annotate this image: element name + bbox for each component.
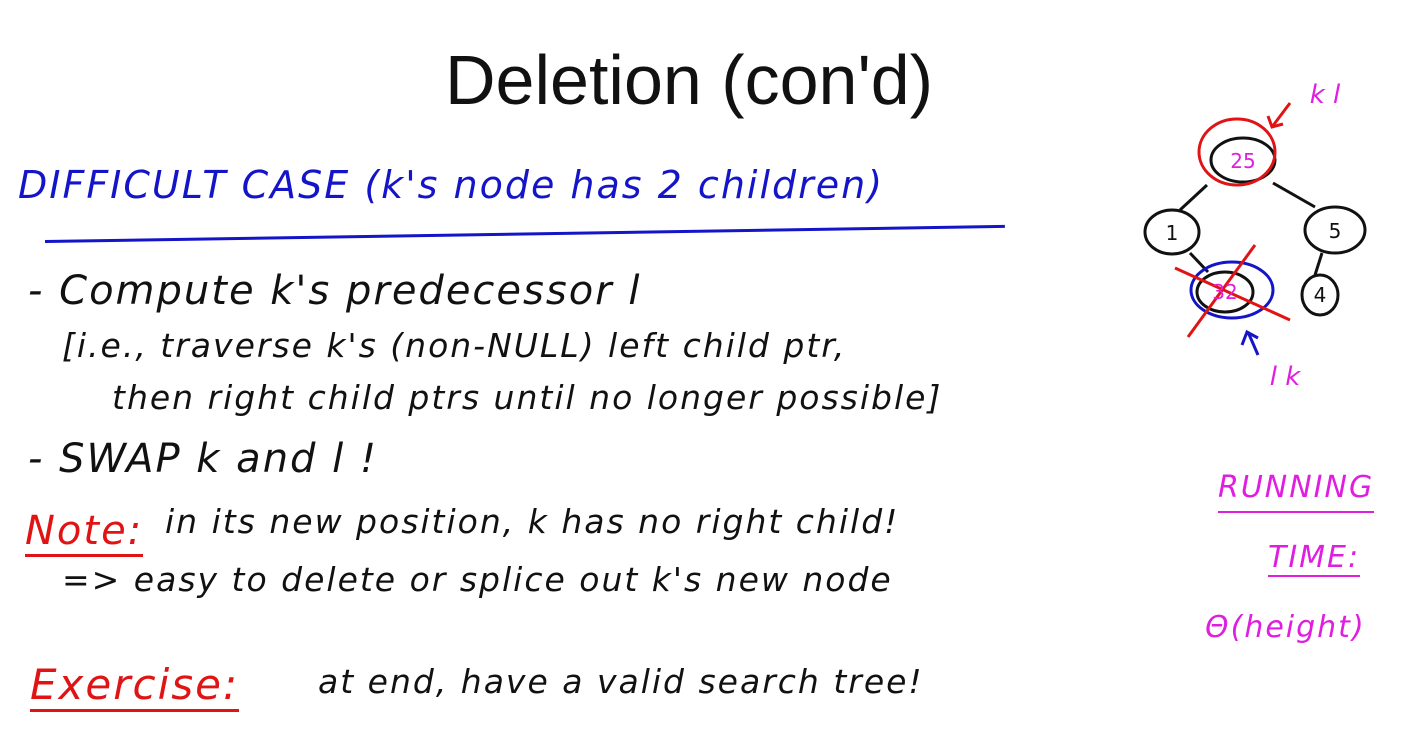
left-right-value: 32 <box>1212 280 1237 304</box>
edge-right-child <box>1313 252 1324 276</box>
right-left-value: 4 <box>1314 283 1327 307</box>
bst-diagram: 25 1 5 32 4 k l l k <box>1143 80 1367 392</box>
right-value: 5 <box>1329 219 1342 243</box>
top-pointer-label: k l <box>1310 80 1341 110</box>
bottom-pointer-label: l k <box>1270 362 1301 392</box>
edge-root-right <box>1272 181 1316 209</box>
lecture-slide: Deletion (con'd) DIFFICULT CASE (k's nod… <box>0 0 1426 751</box>
edge-root-left <box>1178 183 1209 212</box>
root-value: 25 <box>1230 149 1255 173</box>
left-value: 1 <box>1166 221 1179 245</box>
